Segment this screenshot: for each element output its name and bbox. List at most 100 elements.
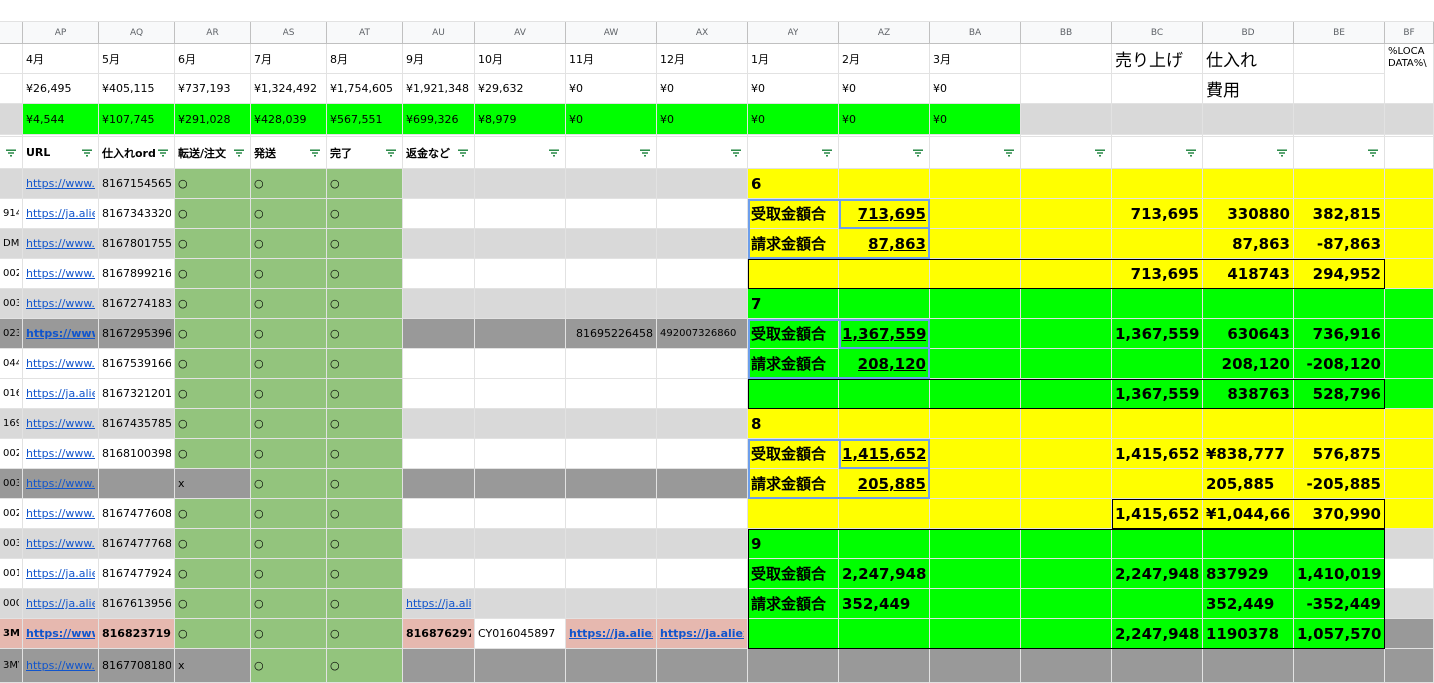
monthly-sales-cell[interactable]: ¥1,921,348 — [403, 74, 475, 104]
filter-icon[interactable] — [1095, 149, 1105, 156]
block-cell[interactable] — [1294, 529, 1385, 559]
monthly-profit-cell[interactable]: ¥699,326 — [403, 104, 475, 135]
summary-profit-value[interactable]: 1,057,570 — [1294, 619, 1385, 649]
empty-cell[interactable] — [403, 529, 475, 559]
filter-icon[interactable] — [731, 149, 741, 156]
empty-cell[interactable] — [657, 589, 748, 619]
block-cell[interactable] — [1112, 289, 1203, 319]
block-cell[interactable] — [930, 499, 1021, 529]
complete-status-cell[interactable]: ○ — [327, 649, 403, 683]
top-band-cell[interactable] — [930, 0, 1021, 22]
refund-link[interactable]: https://ja.alie — [403, 589, 475, 619]
top-band-cell[interactable] — [175, 0, 251, 22]
bf-cell[interactable] — [1385, 289, 1434, 319]
col-header-av[interactable]: AV — [475, 22, 566, 44]
shipped-status-cell[interactable]: ○ — [251, 529, 327, 559]
shipped-status-cell[interactable]: ○ — [251, 349, 327, 379]
empty-cell[interactable] — [566, 559, 657, 589]
filter-header[interactable]: 発送 — [251, 137, 327, 169]
summary-sales-header[interactable]: 売り上げ — [1112, 44, 1203, 74]
complete-status-cell[interactable]: ○ — [327, 559, 403, 589]
block-cell[interactable] — [1021, 229, 1112, 259]
empty-cell[interactable] — [475, 229, 566, 259]
transfer-status-cell[interactable]: ○ — [175, 289, 251, 319]
summary-profit-value[interactable]: 294,952 — [1294, 259, 1385, 289]
order-id-cell[interactable]: 816729539660 — [99, 319, 175, 349]
order-id-cell[interactable]: 816770818061 — [99, 649, 175, 683]
shipped-status-cell[interactable]: ○ — [251, 379, 327, 409]
empty-cell[interactable] — [403, 559, 475, 589]
empty-cell[interactable] — [657, 499, 748, 529]
summary-purchase-value[interactable]: ¥1,044,662 — [1203, 499, 1294, 529]
summary-sales-value[interactable]: 1,415,652 — [1112, 499, 1203, 529]
filter-icon[interactable] — [1186, 149, 1196, 156]
bf-cell[interactable] — [1385, 199, 1434, 229]
order-id-cell[interactable]: 816810039853 — [99, 439, 175, 469]
order-id-cell[interactable]: 816753916628 — [99, 349, 175, 379]
shipped-status-cell[interactable]: ○ — [251, 319, 327, 349]
empty-cell[interactable] — [657, 529, 748, 559]
url-link[interactable]: https://www.al — [23, 289, 99, 319]
filter-icon[interactable] — [158, 149, 168, 156]
order-id-cell[interactable]: 816727418357 — [99, 289, 175, 319]
transfer-status-cell[interactable]: ○ — [175, 259, 251, 289]
left-id-cell[interactable]: 016 — [0, 379, 23, 409]
shipped-status-cell[interactable]: ○ — [251, 409, 327, 439]
bf-cell[interactable] — [1385, 529, 1434, 559]
empty-cell[interactable] — [566, 379, 657, 409]
col-header-ap[interactable]: AP — [23, 22, 99, 44]
block-cell[interactable] — [839, 619, 930, 649]
transfer-status-cell[interactable]: ○ — [175, 229, 251, 259]
filter-icon[interactable] — [640, 149, 650, 156]
filter-header-empty[interactable] — [1021, 137, 1112, 169]
billed-total-value[interactable]: 205,885 — [839, 469, 930, 499]
empty-cell[interactable] — [657, 199, 748, 229]
empty-cell[interactable] — [657, 259, 748, 289]
order-id-cell[interactable]: 816780175599 — [99, 229, 175, 259]
empty-cell[interactable] — [403, 349, 475, 379]
col-header-ar[interactable]: AR — [175, 22, 251, 44]
bf-cell[interactable] — [1385, 559, 1434, 589]
summary-profit-value[interactable]: -208,120 — [1294, 349, 1385, 379]
complete-status-cell[interactable]: ○ — [327, 289, 403, 319]
empty-cell[interactable] — [475, 259, 566, 289]
url-link[interactable]: https://www.al — [23, 229, 99, 259]
top-band-cell[interactable] — [566, 0, 657, 22]
top-band-cell[interactable] — [403, 0, 475, 22]
block-cell[interactable] — [1021, 529, 1112, 559]
empty-cell[interactable] — [566, 259, 657, 289]
empty-cell[interactable] — [657, 469, 748, 499]
left-id-cell[interactable]: 000( — [0, 589, 23, 619]
complete-status-cell[interactable]: ○ — [327, 439, 403, 469]
left-id-cell[interactable]: DM( — [0, 229, 23, 259]
shipped-status-cell[interactable]: ○ — [251, 499, 327, 529]
summary-purchase-header[interactable]: 仕入れ — [1203, 44, 1294, 74]
url-link[interactable]: https://www.al — [23, 649, 99, 683]
empty-cell[interactable] — [657, 289, 748, 319]
transfer-status-cell[interactable]: ○ — [175, 199, 251, 229]
monthly-sales-cell[interactable]: ¥29,632 — [475, 74, 566, 104]
summary-expense-header[interactable]: 費用 — [1203, 74, 1294, 104]
filter-icon[interactable] — [310, 149, 320, 156]
empty-cell[interactable] — [403, 199, 475, 229]
summary-purchase-value[interactable]: 87,863 — [1203, 229, 1294, 259]
top-band-cell[interactable] — [23, 0, 99, 22]
complete-status-cell[interactable]: ○ — [327, 379, 403, 409]
summary-purchase-value[interactable]: 205,885 — [1203, 469, 1294, 499]
filter-header[interactable]: URL — [23, 137, 99, 169]
filter-icon[interactable] — [458, 149, 468, 156]
shipped-status-cell[interactable]: ○ — [251, 169, 327, 199]
bf-cell[interactable] — [1385, 379, 1434, 409]
url-link[interactable]: https://ja.aliex — [23, 589, 99, 619]
top-band-cell[interactable] — [251, 0, 327, 22]
block-cell[interactable] — [839, 289, 930, 319]
billed-total-value[interactable]: 87,863 — [839, 229, 930, 259]
complete-status-cell[interactable]: ○ — [327, 259, 403, 289]
empty-cell[interactable] — [475, 559, 566, 589]
block-cell[interactable] — [930, 589, 1021, 619]
received-total-value[interactable]: 713,695 — [839, 199, 930, 229]
transfer-status-cell[interactable]: ○ — [175, 169, 251, 199]
order-id-cell[interactable]: 816747792498 — [99, 559, 175, 589]
bf-cell[interactable] — [1385, 589, 1434, 619]
col-header-bc[interactable]: BC — [1112, 22, 1203, 44]
